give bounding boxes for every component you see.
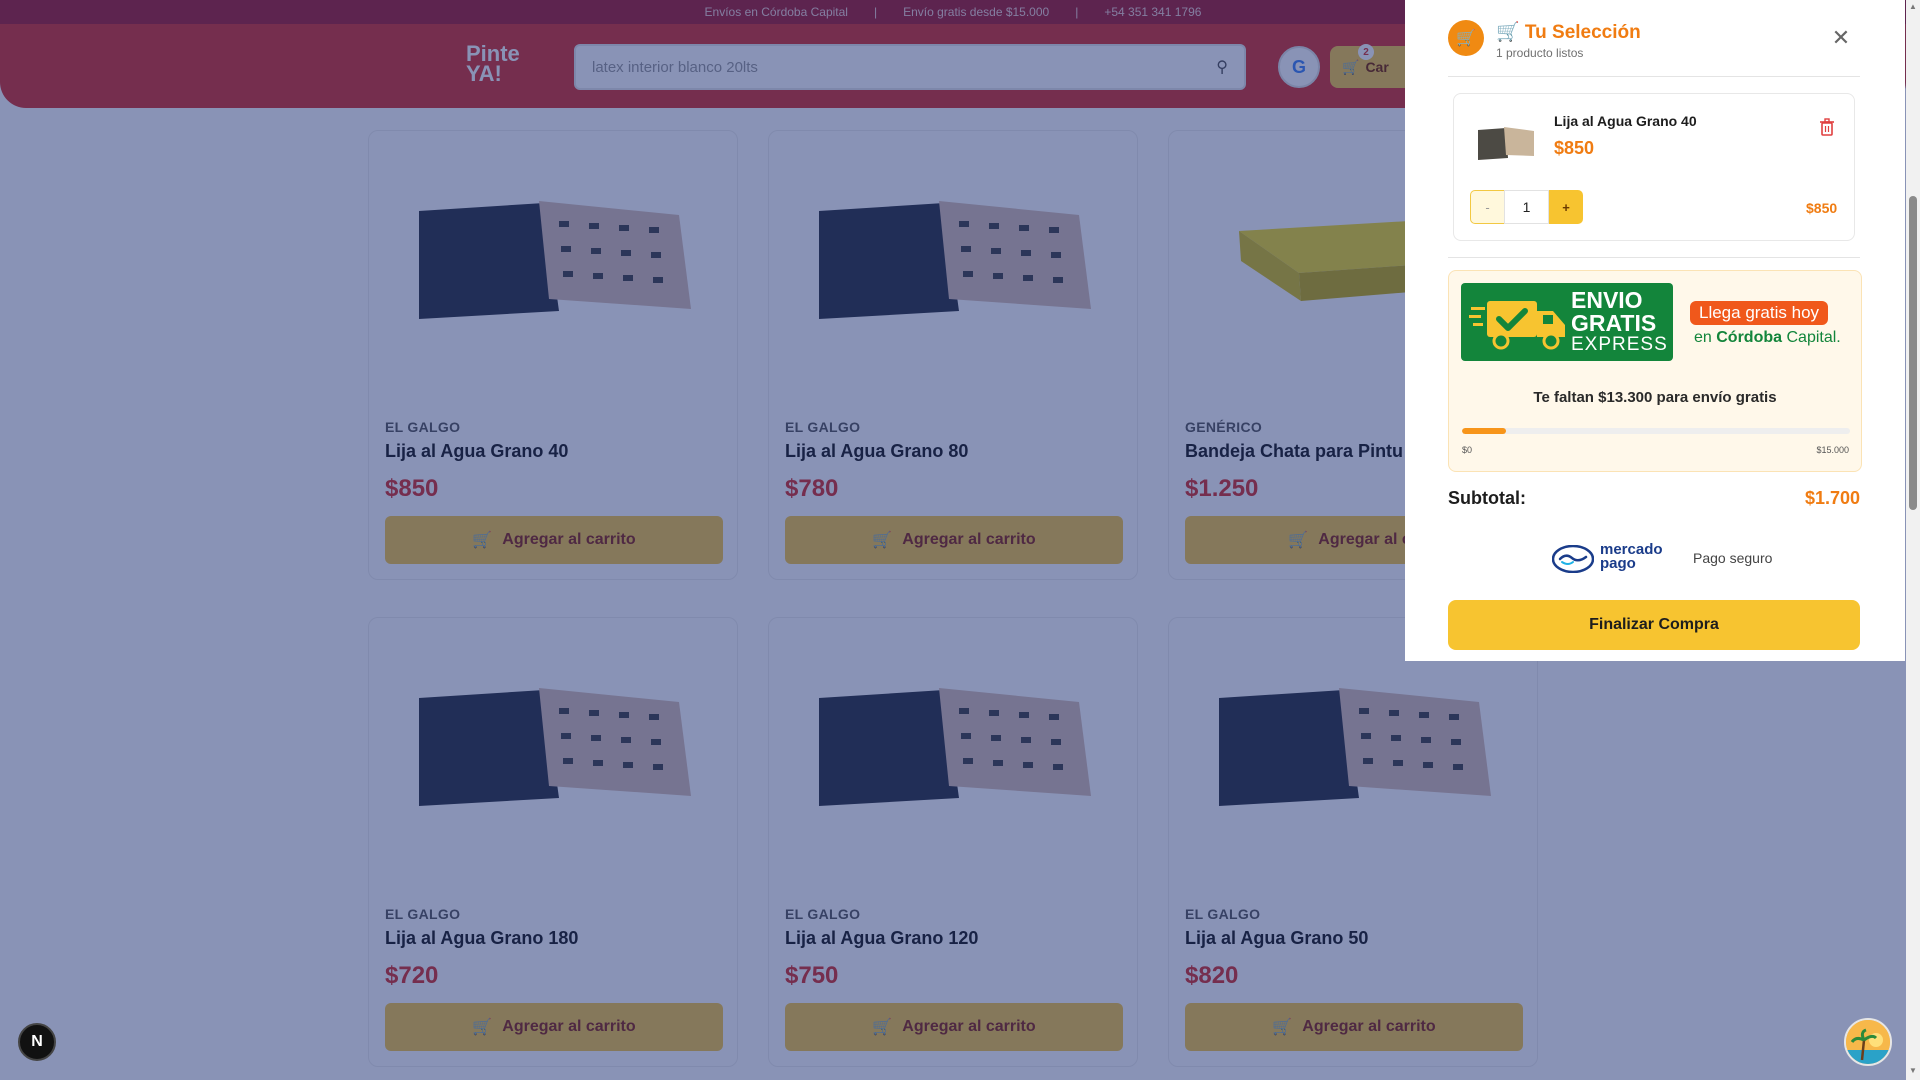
cart-item-price: $850 — [1554, 138, 1595, 158]
cart-drawer: 🛒 🛒 Tu Selección 1 producto listos ✕ Lij… — [1405, 0, 1905, 661]
page-scrollbar[interactable]: ▲ ▼ — [1906, 0, 1920, 1080]
chat-widget-button[interactable] — [1844, 1018, 1892, 1066]
cart-title: 🛒 Tu Selección — [1496, 22, 1641, 43]
increase-quantity-button[interactable]: + — [1549, 190, 1583, 224]
mercado-pago-icon — [1552, 545, 1594, 573]
decrease-quantity-button[interactable]: - — [1470, 190, 1504, 224]
envio-gratis-express-badge: ENVIO GRATIS EXPRESS — [1461, 283, 1673, 361]
badge-line-express: EXPRESS — [1571, 334, 1668, 355]
progress-max-label: $15.000 — [1816, 445, 1849, 455]
free-shipping-panel: ENVIO GRATIS EXPRESS Llega gratis hoy en… — [1448, 270, 1862, 472]
mercado-pago-logo: mercado pago — [1552, 541, 1672, 577]
divider — [1448, 257, 1860, 258]
progress-fill — [1462, 428, 1506, 434]
subtotal-value: $1.700 — [1804, 488, 1860, 508]
subtotal-label: Subtotal: — [1448, 488, 1526, 508]
cart-header: 🛒 🛒 Tu Selección 1 producto listos — [1448, 18, 1868, 78]
divider — [1448, 76, 1860, 77]
badge-line-envio: ENVIO — [1571, 287, 1643, 313]
trash-icon[interactable] — [1819, 118, 1835, 136]
close-icon[interactable]: ✕ — [1830, 27, 1852, 50]
free-shipping-progress-bar — [1462, 428, 1850, 434]
badge-line-gratis: GRATIS — [1571, 310, 1657, 336]
secure-payment-label: Pago seguro — [1693, 550, 1773, 566]
cart-item: Lija al Agua Grano 40 $850 - 1 + $850 — [1453, 93, 1855, 241]
progress-min-label: $0 — [1462, 445, 1473, 455]
delivery-truck-icon — [1469, 301, 1565, 350]
llega-gratis-label: Llega gratis hoy — [1690, 301, 1829, 325]
next-dev-tools-button[interactable]: N — [18, 1023, 56, 1061]
cart-subtitle: 1 producto listos — [1496, 46, 1584, 60]
cart-item-total: $850 — [1806, 200, 1838, 216]
cart-icon: 🛒 — [1448, 20, 1484, 56]
scroll-down-arrow-icon[interactable]: ▼ — [1909, 1066, 1917, 1075]
scroll-up-arrow-icon[interactable]: ▲ — [1909, 2, 1917, 11]
remaining-for-free-shipping: Te faltan $13.300 para envío gratis — [1533, 389, 1777, 406]
city-label: en Córdoba Capital. — [1694, 329, 1841, 346]
scrollbar-thumb[interactable] — [1909, 196, 1917, 510]
quantity-stepper: - 1 + — [1470, 190, 1584, 224]
cart-item-thumbnail — [1478, 127, 1534, 160]
checkout-button[interactable]: Finalizar Compra — [1448, 600, 1860, 650]
quantity-input[interactable]: 1 — [1504, 190, 1549, 224]
cart-item-name: Lija al Agua Grano 40 — [1554, 113, 1697, 129]
